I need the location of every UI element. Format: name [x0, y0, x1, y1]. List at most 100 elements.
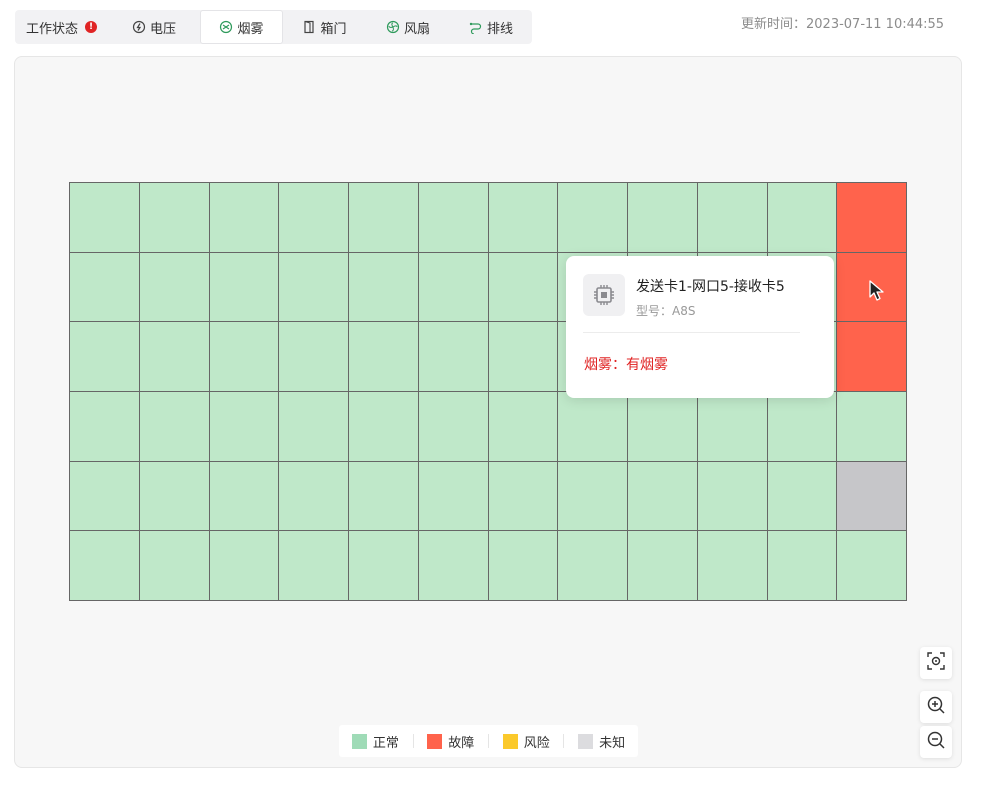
legend-item-risk[interactable]: 风险 — [502, 732, 550, 751]
grid-cell-normal[interactable] — [488, 252, 559, 323]
grid-cell-normal[interactable] — [488, 461, 559, 532]
grid-cell-normal[interactable] — [697, 391, 768, 462]
legend-divider — [563, 734, 565, 748]
door-icon — [302, 20, 316, 34]
grid-cell-normal[interactable] — [697, 461, 768, 532]
grid-cell-normal[interactable] — [70, 461, 140, 532]
grid-cell-normal[interactable] — [349, 183, 419, 253]
grid-cell-normal[interactable] — [349, 531, 419, 601]
grid-cell-normal[interactable] — [697, 183, 768, 253]
grid-cell-normal[interactable] — [349, 322, 419, 392]
grid-cell-normal[interactable] — [697, 531, 768, 601]
mouse-cursor-icon — [868, 280, 888, 306]
grid-cell-normal[interactable] — [767, 391, 838, 462]
grid-cell-normal[interactable] — [349, 252, 419, 323]
grid-cell-normal[interactable] — [418, 531, 489, 601]
grid-cell-normal[interactable] — [628, 531, 698, 601]
zoom-in-button[interactable] — [920, 691, 952, 723]
grid-cell-normal[interactable] — [70, 322, 140, 392]
tab-cable[interactable]: 排线 — [450, 10, 532, 44]
legend-item-normal[interactable]: 正常 — [351, 732, 399, 751]
grid-cell-normal[interactable] — [139, 322, 210, 392]
legend-label: 未知 — [599, 735, 626, 751]
grid-cell-fault[interactable] — [837, 183, 907, 253]
grid-cell-normal[interactable] — [349, 391, 419, 462]
grid-cell-normal[interactable] — [558, 391, 628, 462]
grid-cell-normal[interactable] — [139, 183, 210, 253]
grid-cell-normal[interactable] — [139, 461, 210, 532]
chip-icon — [583, 274, 625, 316]
grid-cell-normal[interactable] — [279, 252, 349, 323]
tab-door[interactable]: 箱门 — [283, 10, 366, 44]
grid-cell-normal[interactable] — [767, 461, 838, 532]
grid-cell-normal[interactable] — [837, 531, 907, 601]
grid-cell-normal[interactable] — [139, 531, 210, 601]
zoom-out-icon — [926, 730, 946, 754]
grid-cell-normal[interactable] — [279, 322, 349, 392]
grid-cell-normal[interactable] — [70, 252, 140, 323]
zoom-out-button[interactable] — [920, 726, 952, 758]
grid-cell-normal[interactable] — [558, 531, 628, 601]
grid-cell-normal[interactable] — [488, 183, 559, 253]
grid-cell-normal[interactable] — [767, 183, 838, 253]
tooltip-model: 型号：A8S — [636, 304, 696, 318]
tab-smoke[interactable]: 烟雾 — [200, 10, 283, 44]
grid-cell-normal[interactable] — [628, 183, 698, 253]
tab-work-status[interactable]: 工作状态 ! — [15, 10, 108, 44]
legend-item-unknown[interactable]: 未知 — [578, 732, 625, 751]
grid-cell-normal[interactable] — [209, 461, 280, 532]
grid-cell-normal[interactable] — [418, 461, 489, 532]
grid-cell-fault[interactable] — [837, 322, 907, 392]
grid-cell-normal[interactable] — [70, 183, 140, 253]
voltage-icon — [132, 20, 146, 34]
grid-cell-normal[interactable] — [279, 531, 349, 601]
grid-cell-normal[interactable] — [837, 391, 907, 462]
legend: 正常 故障 风险 未知 — [339, 725, 638, 757]
grid-cell-normal[interactable] — [418, 183, 489, 253]
legend-label: 正常 — [372, 735, 399, 751]
grid-cell-normal[interactable] — [279, 461, 349, 532]
grid-cell-normal[interactable] — [558, 461, 628, 532]
tab-label: 排线 — [486, 21, 513, 37]
grid-cell-normal[interactable] — [279, 183, 349, 253]
grid-cell-normal[interactable] — [767, 531, 838, 601]
card-tooltip: 发送卡1-网口5-接收卡5 型号：A8S 烟雾：有烟雾 — [566, 256, 834, 398]
grid-cell-normal[interactable] — [488, 391, 559, 462]
locate-button[interactable] — [920, 647, 952, 679]
grid-cell-normal[interactable] — [209, 391, 280, 462]
tooltip-divider — [583, 332, 800, 333]
grid-cell-normal[interactable] — [418, 322, 489, 392]
legend-divider — [412, 734, 414, 748]
grid-cell-normal[interactable] — [488, 531, 559, 601]
grid-cell-normal[interactable] — [139, 391, 210, 462]
grid-cell-normal[interactable] — [209, 322, 280, 392]
grid-cell-normal[interactable] — [349, 461, 419, 532]
grid-cell-normal[interactable] — [209, 183, 280, 253]
zoom-in-icon — [926, 695, 946, 719]
cable-icon — [469, 20, 483, 34]
legend-divider — [487, 734, 489, 748]
grid-cell-normal[interactable] — [418, 391, 489, 462]
grid-cell-normal[interactable] — [628, 461, 698, 532]
tab-voltage[interactable]: 电压 — [108, 10, 200, 44]
grid-cell-normal[interactable] — [628, 391, 698, 462]
legend-item-fault[interactable]: 故障 — [427, 732, 474, 751]
grid-cell-normal[interactable] — [209, 531, 280, 601]
tab-label: 烟雾 — [237, 21, 264, 37]
grid-cell-normal[interactable] — [418, 252, 489, 323]
alert-icon: ! — [85, 21, 97, 33]
tab-label: 风扇 — [403, 21, 430, 37]
grid-cell-normal[interactable] — [139, 252, 210, 323]
legend-swatch — [578, 733, 594, 749]
grid-cell-normal[interactable] — [558, 183, 628, 253]
grid-cell-normal[interactable] — [70, 391, 140, 462]
grid-cell-normal[interactable] — [209, 252, 280, 323]
grid-cell-normal[interactable] — [70, 531, 140, 601]
tooltip-status: 烟雾：有烟雾 — [584, 357, 668, 373]
grid-cell-normal[interactable] — [279, 391, 349, 462]
tab-fan[interactable]: 风扇 — [366, 10, 450, 44]
grid-cell-normal[interactable] — [488, 322, 559, 392]
page: 工作状态 ! 电压 烟雾 箱门 风扇 排线 更新时间：2023-07-11 10… — [0, 0, 989, 796]
grid-cell-unknown[interactable] — [837, 461, 907, 532]
legend-swatch — [502, 733, 518, 749]
